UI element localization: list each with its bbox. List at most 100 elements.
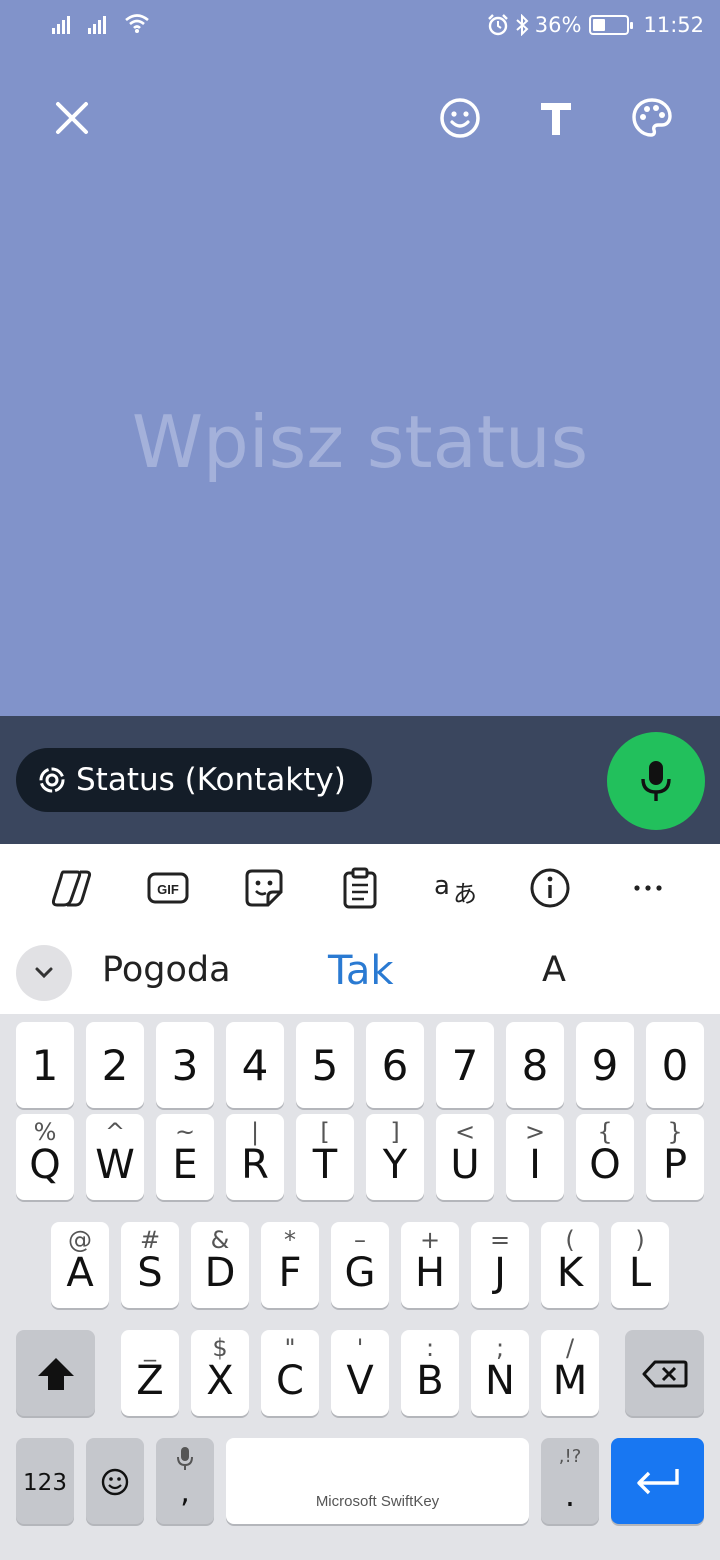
key-d-label: D: [204, 1250, 236, 1296]
key-4[interactable]: 4: [226, 1022, 284, 1108]
key-g-label: G: [344, 1250, 376, 1296]
key-t[interactable]: [T: [296, 1114, 354, 1200]
key-i[interactable]: > I: [506, 1114, 564, 1200]
suggestion-left[interactable]: Pogoda: [102, 950, 231, 990]
alarm-icon: [487, 14, 508, 36]
more-icon[interactable]: [624, 864, 672, 912]
key-v-label: V: [346, 1358, 374, 1404]
emoji-key[interactable]: [86, 1438, 144, 1524]
signal-indicators: [52, 12, 150, 34]
collapse-toolbar-button[interactable]: [16, 945, 72, 1001]
status-text-input[interactable]: Wpisz status: [0, 400, 720, 484]
svg-text:a: a: [434, 871, 450, 901]
period-secondary-label: ,!?: [558, 1446, 582, 1467]
battery-percent: 36%: [534, 13, 582, 37]
key-l-label: L: [628, 1250, 652, 1296]
wifi-icon: [125, 14, 149, 33]
key-z[interactable]: _ Z: [121, 1330, 179, 1416]
status-right: 36% 11:52: [487, 13, 704, 37]
key-1[interactable]: 1: [16, 1022, 74, 1108]
key-m[interactable]: / M: [541, 1330, 599, 1416]
key-c[interactable]: " C: [261, 1330, 319, 1416]
key-s[interactable]: # S: [121, 1222, 179, 1308]
status-compose-area[interactable]: 36% 11:52 Wpisz status: [0, 0, 720, 716]
key-f-label: F: [278, 1250, 302, 1296]
copilot-icon[interactable]: [48, 864, 96, 912]
keyboard-toolbar: GIF a あ: [0, 844, 720, 930]
status-ring-icon: [39, 767, 65, 793]
key-k-label: K: [556, 1250, 584, 1296]
enter-key[interactable]: [611, 1438, 704, 1524]
key-2[interactable]: 2: [86, 1022, 144, 1108]
key-q[interactable]: % Q: [16, 1114, 74, 1200]
backspace-key[interactable]: [625, 1330, 704, 1416]
voice-status-button[interactable]: [607, 732, 705, 830]
key-d[interactable]: & D: [191, 1222, 249, 1308]
key-f[interactable]: * F: [261, 1222, 319, 1308]
clock: 11:52: [643, 13, 704, 37]
key-1-label: 1: [31, 1041, 59, 1090]
key-n[interactable]: ; N: [471, 1330, 529, 1416]
sticker-icon[interactable]: [240, 864, 288, 912]
key-6[interactable]: 6: [366, 1022, 424, 1108]
signal-2-icon: [88, 12, 106, 34]
key-w[interactable]: ^ W: [86, 1114, 144, 1200]
key-5[interactable]: 5: [296, 1022, 354, 1108]
gif-icon[interactable]: GIF: [144, 864, 192, 912]
key-p-label: P: [662, 1142, 688, 1188]
key-b[interactable]: :B: [401, 1330, 459, 1416]
period-label: .: [564, 1476, 576, 1514]
numbers-key-label: 123: [23, 1470, 67, 1496]
audience-label: Status (Kontakty): [76, 762, 346, 798]
key-8[interactable]: 8: [506, 1022, 564, 1108]
info-icon[interactable]: [526, 864, 574, 912]
key-0[interactable]: 0: [646, 1022, 704, 1108]
keyboard: 123 , Microsoft SwiftKey ,!? . 123456789…: [0, 1014, 720, 1560]
key-r[interactable]: | R: [226, 1114, 284, 1200]
key-s-label: S: [137, 1250, 163, 1296]
period-key[interactable]: ,!? .: [541, 1438, 599, 1524]
clipboard-icon[interactable]: [336, 864, 384, 912]
key-y[interactable]: ] Y: [366, 1114, 424, 1200]
key-j[interactable]: = J: [471, 1222, 529, 1308]
palette-icon[interactable]: [628, 94, 676, 142]
text-style-icon[interactable]: [532, 94, 580, 142]
key-g[interactable]: – G: [331, 1222, 389, 1308]
suggestion-center[interactable]: Tak: [328, 948, 394, 994]
shift-icon: [38, 1358, 74, 1390]
key-p[interactable]: } P: [646, 1114, 704, 1200]
emoji-icon[interactable]: [436, 94, 484, 142]
comma-key[interactable]: ,: [156, 1438, 214, 1524]
key-e[interactable]: ~ E: [156, 1114, 214, 1200]
key-r-label: R: [241, 1142, 269, 1188]
key-a[interactable]: @ A: [51, 1222, 109, 1308]
key-h[interactable]: + H: [401, 1222, 459, 1308]
shift-key[interactable]: [16, 1330, 95, 1416]
key-o-label: O: [589, 1142, 621, 1188]
key-l[interactable]: ) L: [611, 1222, 669, 1308]
key-7-label: 7: [451, 1041, 479, 1090]
suggestion-right[interactable]: A: [542, 950, 566, 990]
key-3[interactable]: 3: [156, 1022, 214, 1108]
numbers-key[interactable]: 123: [16, 1438, 74, 1524]
key-k[interactable]: (K: [541, 1222, 599, 1308]
audience-selector-button[interactable]: Status (Kontakty): [16, 748, 372, 812]
system-status-bar: 36% 11:52: [0, 0, 720, 52]
chevron-down-icon: [35, 967, 53, 979]
key-o[interactable]: {O: [576, 1114, 634, 1200]
close-icon[interactable]: [48, 94, 96, 142]
translate-icon[interactable]: a あ: [432, 864, 480, 912]
space-key[interactable]: Microsoft SwiftKey: [226, 1438, 529, 1524]
key-5-label: 5: [311, 1041, 339, 1090]
key-u[interactable]: < U: [436, 1114, 494, 1200]
key-i-label: I: [529, 1142, 541, 1188]
key-x[interactable]: $ X: [191, 1330, 249, 1416]
signal-1-icon: [52, 12, 70, 34]
battery-level: [593, 19, 606, 31]
key-v[interactable]: ' V: [331, 1330, 389, 1416]
key-9[interactable]: 9: [576, 1022, 634, 1108]
key-7[interactable]: 7: [436, 1022, 494, 1108]
svg-text:あ: あ: [453, 880, 477, 906]
key-2-label: 2: [101, 1041, 129, 1090]
key-b-label: B: [416, 1358, 444, 1404]
